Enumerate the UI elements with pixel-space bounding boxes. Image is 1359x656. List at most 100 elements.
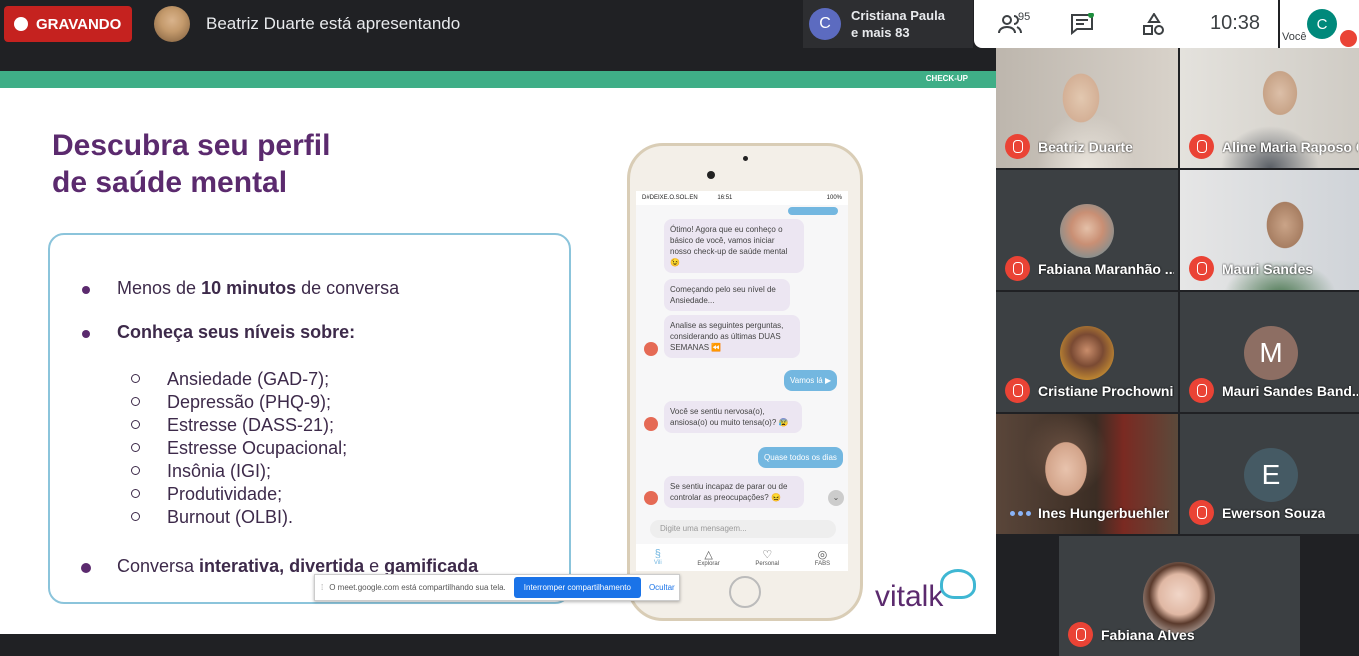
participant-tile[interactable]: Aline Maria Raposo Coelho [1180,48,1359,168]
others-line2: e mais 83 [851,25,910,40]
presenting-text: Beatriz Duarte está apresentando [206,14,461,33]
sub-bullet-circle [131,443,140,452]
phone-status-bar: D#DEIXE.O.SOL.EN 16:51 100% [636,191,848,205]
participants-count: 95 [1018,11,1031,23]
avatar [1060,204,1114,258]
phone-screen: D#DEIXE.O.SOL.EN 16:51 100% Ótimo! Agora… [636,191,848,571]
participant-tile[interactable]: E Ewerson Souza [1180,414,1359,534]
shared-screen: CHECK-UP Descubra seu perfil de saúde me… [0,71,996,634]
others-line1: Cristiana Paula [851,8,945,23]
avatar: E [1244,448,1298,502]
participant-name: Mauri Sandes Band... [1222,383,1358,399]
slide-title-line1: Descubra seu perfil [52,129,331,162]
mic-off-icon [1189,134,1214,159]
participant-tile[interactable]: Beatriz Duarte [996,48,1178,168]
phone-sensor-icon [743,156,748,161]
phone-nav-bar: § Vili △ Explorar ♡ Personal ◎ FABS [636,544,848,571]
sub-item: Estresse Ocupacional; [167,438,348,458]
sub-item: Estresse (DASS-21); [167,415,335,435]
sub-item: Produtividade; [167,484,283,504]
stop-sharing-button[interactable]: Interromper compartilhamento [513,577,641,598]
meeting-clock: 10:38 [1210,12,1261,34]
sub-bullet-circle [131,512,140,521]
self-view-chip[interactable]: C Você [1280,0,1359,48]
sub-bullet-circle [131,374,140,383]
nav-vili[interactable]: § Vili [654,548,662,571]
slide-title: Descubra seu perfil de saúde mental [52,127,472,201]
slide-header-tag: CHECK-UP [925,74,968,83]
activities-icon[interactable] [1142,13,1166,35]
drag-handle-icon[interactable]: ⁞ [321,583,323,592]
slide-header-bar: CHECK-UP [0,71,996,88]
participant-name: Mauri Sandes [1222,261,1314,277]
message-input[interactable]: Digite uma mensagem... [650,520,836,538]
screen-share-notification: ⁞ O meet.google.com está compartilhando … [314,574,680,601]
sub-item: Ansiedade (GAD-7); [167,369,330,389]
nav-fabs[interactable]: ◎ FABS [815,548,830,571]
participant-name: Fabiana Maranhão ... [1038,261,1174,277]
participant-name: Fabiana Alves [1101,627,1195,643]
participant-tile[interactable]: Mauri Sandes [1180,170,1359,290]
bot-avatar [644,491,658,505]
mic-off-icon [1340,30,1357,47]
nav-explorar[interactable]: △ Explorar [697,548,719,571]
slide-title-line2: de saúde mental [52,166,288,199]
bullet-levels: Conheça seus níveis sobre: [117,322,356,342]
hide-button[interactable]: Ocultar [649,583,675,592]
avatar [1060,326,1114,380]
others-text: Cristiana Paula e mais 83 [851,7,945,41]
chat-icon[interactable] [1070,13,1094,35]
heart-logo-icon [940,569,976,599]
sub-bullet-circle [131,420,140,429]
participant-name: Ines Hungerbuehler [1038,505,1170,521]
participant-name: Aline Maria Raposo Coelho [1222,139,1358,155]
phone-home-button [729,576,761,608]
bot-avatar [644,342,658,356]
participant-name: Cristiane Prochownik [1038,383,1174,399]
participant-name: Beatriz Duarte [1038,139,1133,155]
mic-off-icon [1005,134,1030,159]
bullet-minutes: Menos de 10 minutos de conversa [117,278,400,298]
participant-tile[interactable]: Cristiane Prochownik [996,292,1178,412]
participant-tile[interactable]: Fabiana Maranhão ... [996,170,1178,290]
sub-item: Burnout (OLBI). [167,507,294,527]
participant-tile[interactable]: Fabiana Alves [1059,536,1300,656]
chat-bubble-user: Vamos lá ▶ [784,370,838,391]
top-bar: GRAVANDO Beatriz Duarte está apresentand… [0,0,1359,48]
chat-bubble-bot: Começando pelo seu nível de Ansiedade... [664,279,790,311]
bot-avatar [644,417,658,431]
speaking-indicator-icon [1010,511,1031,516]
avatar: M [1244,326,1298,380]
other-participants-chip[interactable]: C Cristiana Paula e mais 83 [803,0,973,48]
self-avatar: C [1307,9,1337,39]
participant-tile[interactable]: M Mauri Sandes Band... [1180,292,1359,412]
share-text: O meet.google.com está compartilhando su… [329,583,506,592]
bullet-dot [82,286,90,294]
chat-bubble-user [788,207,838,215]
mic-off-icon [1005,378,1030,403]
avatar: C [809,8,841,40]
sub-bullet-circle [131,397,140,406]
sub-bullet-circle [131,466,140,475]
sub-item: Insônia (IGI); [167,461,272,481]
bullet-dot [82,330,90,338]
nav-personal[interactable]: ♡ Personal [755,548,779,571]
mic-off-icon [1068,622,1093,647]
avatar [1143,562,1215,634]
sub-item: Depressão (PHQ-9); [167,392,332,412]
chat-bubble-bot: Analise as seguintes perguntas, consider… [664,315,800,358]
sub-bullet-circle [131,489,140,498]
vitalk-logo: vitalk [875,580,944,613]
scroll-down-icon[interactable]: ⌄ [828,490,844,506]
presenter-avatar [154,6,190,42]
chat-bubble-bot: Ótimo! Agora que eu conheço o básico de … [664,219,804,273]
meeting-controls: 95 10:38 [974,0,1278,48]
mic-off-icon [1189,378,1214,403]
participant-tile[interactable]: Ines Hungerbuehler [996,414,1178,534]
mic-off-icon [1005,256,1030,281]
participant-name: Ewerson Souza [1222,505,1326,521]
self-label: Você [1282,31,1307,43]
bullet-dot [81,563,91,573]
mic-off-icon [1189,256,1214,281]
chat-bubble-bot: Você se sentiu nervosa(o), ansiosa(o) ou… [664,401,802,433]
